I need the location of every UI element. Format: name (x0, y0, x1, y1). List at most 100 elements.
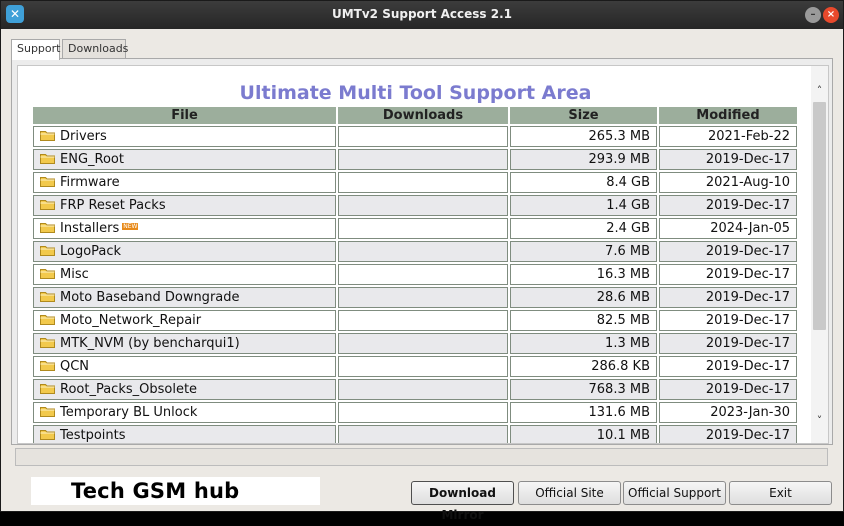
file-cell[interactable]: LogoPack (33, 241, 336, 262)
file-name[interactable]: Root_Packs_Obsolete (60, 382, 197, 397)
file-name[interactable]: Installers (60, 221, 119, 236)
downloads-cell (338, 126, 508, 147)
tab-downloads[interactable]: Downloads (62, 39, 128, 59)
folder-icon (40, 245, 55, 256)
file-name[interactable]: Firmware (60, 175, 120, 190)
size-cell: 2.4 GB (510, 218, 657, 239)
folder-icon (40, 268, 55, 279)
table-row[interactable]: MTK_NVM (by bencharqui1) 1.3 MB 2019-Dec-1… (33, 333, 797, 354)
support-panel: Ultimate Multi Tool Support Area File Do… (11, 58, 833, 445)
size-cell: 16.3 MB (510, 264, 657, 285)
file-cell[interactable]: FRP Reset Packs (33, 195, 336, 216)
table-row[interactable]: FRP Reset Packs 1.4 GB 2019-Dec-17 (33, 195, 797, 216)
modified-cell: 2019-Dec-17 (659, 379, 797, 400)
size-cell: 1.3 MB (510, 333, 657, 354)
modified-cell: 2019-Dec-17 (659, 356, 797, 377)
download-mirror-button[interactable]: Download Mirror (411, 481, 514, 522)
file-name[interactable]: QCN (60, 359, 89, 374)
file-cell[interactable]: Testpoints (33, 425, 336, 443)
official-site-button[interactable]: Official Site (518, 481, 621, 505)
downloads-cell (338, 402, 508, 423)
table-row[interactable]: Misc 16.3 MB 2019-Dec-17 (33, 264, 797, 285)
file-table: File Downloads Size Modified Drivers 265.… (31, 105, 799, 443)
column-header-modified[interactable]: Modified (659, 107, 797, 124)
downloads-cell (338, 333, 508, 354)
file-name[interactable]: Moto_Network_Repair (60, 313, 201, 328)
size-cell: 293.9 MB (510, 149, 657, 170)
file-cell[interactable]: QCN (33, 356, 336, 377)
file-name[interactable]: Testpoints (60, 428, 126, 443)
file-cell[interactable]: ENG_Root (33, 149, 336, 170)
folder-icon (40, 383, 55, 394)
title-bar[interactable]: ✕ UMTv2 Support Access 2.1 – × (1, 1, 843, 29)
table-row[interactable]: QCN 286.8 KB 2019-Dec-17 (33, 356, 797, 377)
file-cell[interactable]: Moto_Network_Repair (33, 310, 336, 331)
vertical-scrollbar[interactable]: ˄ ˅ (811, 66, 828, 443)
file-cell[interactable]: MTK_NVM (by bencharqui1) (33, 333, 336, 354)
brand-banner: Tech GSM hub (31, 477, 320, 505)
downloads-cell (338, 241, 508, 262)
modified-cell: 2019-Dec-17 (659, 241, 797, 262)
table-row[interactable]: Moto_Network_Repair 82.5 MB 2019-Dec-17 (33, 310, 797, 331)
downloads-cell (338, 195, 508, 216)
window-title: UMTv2 Support Access 2.1 (331, 7, 513, 21)
file-cell[interactable]: Temporary BL Unlock (33, 402, 336, 423)
scrollbar-thumb[interactable] (813, 102, 826, 330)
close-button[interactable]: × (823, 7, 839, 23)
folder-icon (40, 130, 55, 141)
size-cell: 286.8 KB (510, 356, 657, 377)
file-name[interactable]: Moto Baseband Downgrade (60, 290, 240, 305)
file-name[interactable]: ENG_Root (60, 152, 124, 167)
exit-button[interactable]: Exit (729, 481, 832, 505)
folder-icon (40, 360, 55, 371)
file-name[interactable]: LogoPack (60, 244, 121, 259)
file-cell[interactable]: Installers NEW (33, 218, 336, 239)
file-cell[interactable]: Root_Packs_Obsolete (33, 379, 336, 400)
column-header-downloads[interactable]: Downloads (338, 107, 508, 124)
size-cell: 10.1 MB (510, 425, 657, 443)
minimize-button[interactable]: – (805, 7, 821, 23)
downloads-cell (338, 287, 508, 308)
modified-cell: 2019-Dec-17 (659, 333, 797, 354)
file-cell[interactable]: Moto Baseband Downgrade (33, 287, 336, 308)
scroll-down-icon[interactable]: ˅ (813, 414, 826, 428)
scroll-up-icon[interactable]: ˄ (813, 84, 826, 98)
file-name[interactable]: MTK_NVM (by bencharqui1) (60, 336, 240, 351)
table-row[interactable]: Installers NEW 2.4 GB 2024-Jan-05 (33, 218, 797, 239)
status-bar (15, 448, 828, 466)
column-header-size[interactable]: Size (510, 107, 657, 124)
folder-icon (40, 291, 55, 302)
column-header-file[interactable]: File (33, 107, 336, 124)
modified-cell: 2019-Dec-17 (659, 425, 797, 443)
folder-icon (40, 222, 55, 233)
file-cell[interactable]: Misc (33, 264, 336, 285)
table-row[interactable]: Testpoints 10.1 MB 2019-Dec-17 (33, 425, 797, 443)
brand-text: Tech GSM hub (71, 479, 240, 503)
file-name[interactable]: Drivers (60, 129, 107, 144)
size-cell: 8.4 GB (510, 172, 657, 193)
size-cell: 265.3 MB (510, 126, 657, 147)
modified-cell: 2019-Dec-17 (659, 287, 797, 308)
file-name[interactable]: FRP Reset Packs (60, 198, 166, 213)
official-support-button[interactable]: Official Support (623, 481, 726, 505)
table-row[interactable]: ENG_Root 293.9 MB 2019-Dec-17 (33, 149, 797, 170)
folder-icon (40, 199, 55, 210)
size-cell: 131.6 MB (510, 402, 657, 423)
file-name[interactable]: Misc (60, 267, 89, 282)
modified-cell: 2021-Feb-22 (659, 126, 797, 147)
file-cell[interactable]: Firmware (33, 172, 336, 193)
table-row[interactable]: Root_Packs_Obsolete 768.3 MB 2019-Dec-17 (33, 379, 797, 400)
modified-cell: 2019-Dec-17 (659, 195, 797, 216)
table-row[interactable]: Temporary BL Unlock 131.6 MB 2023-Jan-30 (33, 402, 797, 423)
new-badge: NEW (122, 223, 139, 230)
file-cell[interactable]: Drivers (33, 126, 336, 147)
table-row[interactable]: Firmware 8.4 GB 2021-Aug-10 (33, 172, 797, 193)
table-row[interactable]: LogoPack 7.6 MB 2019-Dec-17 (33, 241, 797, 262)
modified-cell: 2021-Aug-10 (659, 172, 797, 193)
table-row[interactable]: Drivers 265.3 MB 2021-Feb-22 (33, 126, 797, 147)
table-row[interactable]: Moto Baseband Downgrade 28.6 MB 2019-Dec-1… (33, 287, 797, 308)
tab-support[interactable]: Support (11, 39, 60, 60)
file-name[interactable]: Temporary BL Unlock (60, 405, 197, 420)
modified-cell: 2023-Jan-30 (659, 402, 797, 423)
size-cell: 82.5 MB (510, 310, 657, 331)
